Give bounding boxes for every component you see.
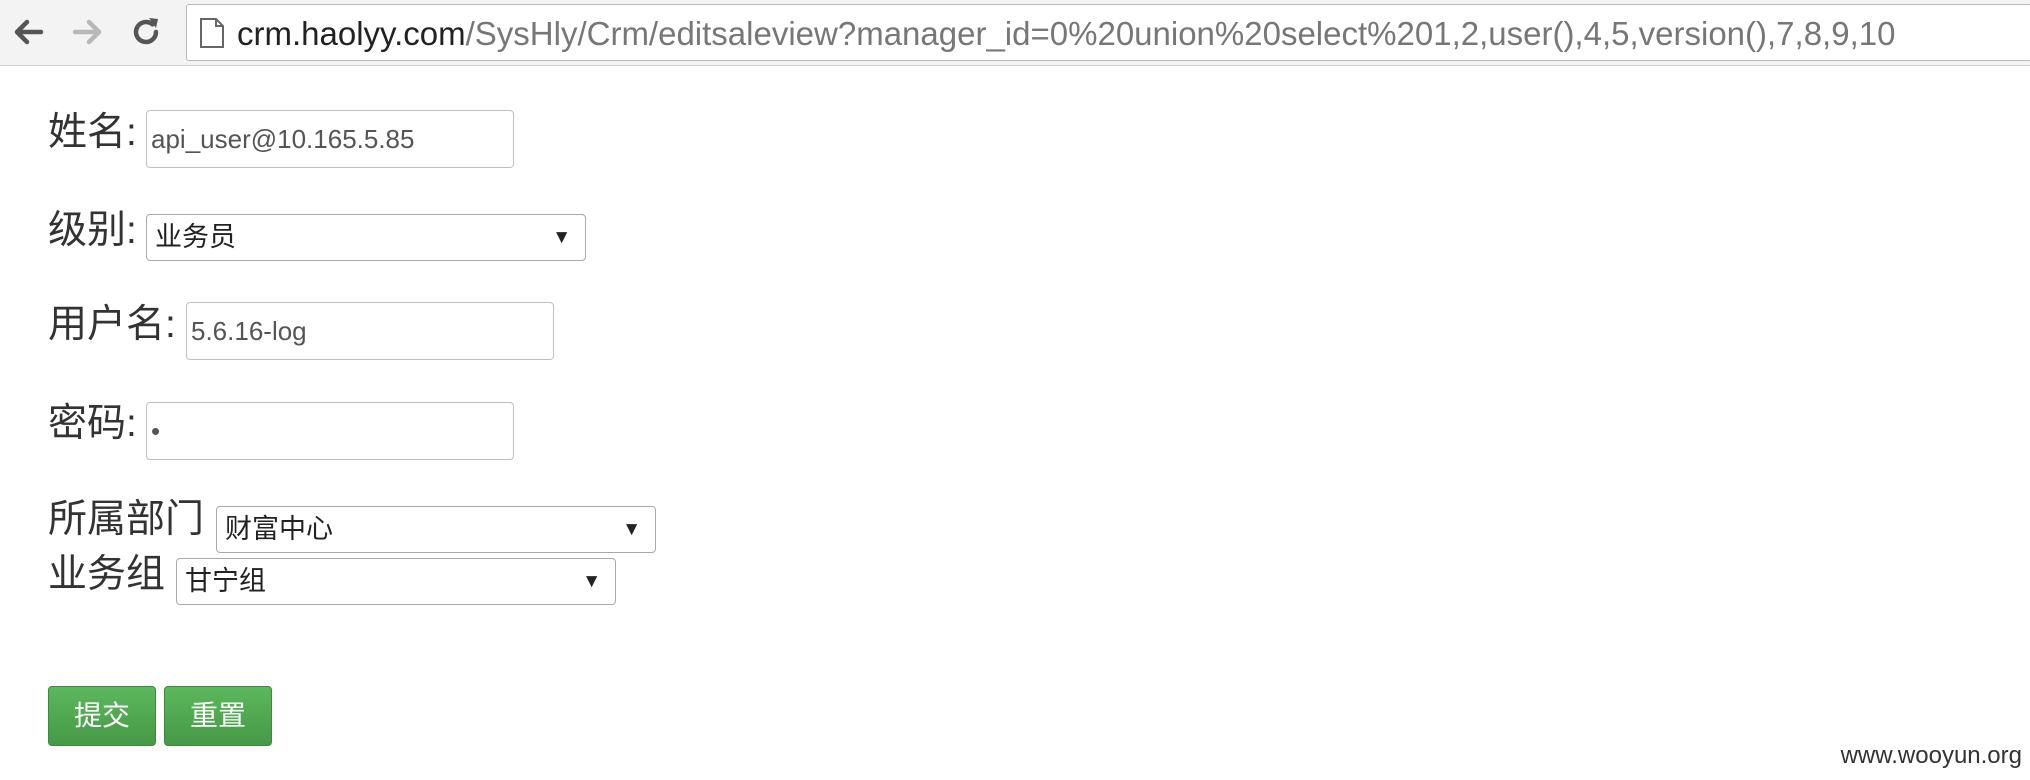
department-select[interactable]: 财富中心 ▼	[216, 506, 656, 553]
back-arrow-icon[interactable]	[6, 10, 50, 54]
forward-arrow-icon[interactable]	[66, 10, 110, 54]
name-input[interactable]: api_user@10.165.5.85	[146, 110, 514, 168]
dropdown-arrow-icon: ▼	[622, 519, 641, 540]
reload-icon[interactable]	[124, 10, 168, 54]
name-label: 姓名:	[48, 111, 137, 154]
dropdown-arrow-icon: ▼	[582, 571, 601, 592]
department-label: 所属部门	[48, 498, 205, 541]
level-label: 级别:	[48, 209, 137, 252]
url-host: crm.haolyy.com	[237, 15, 466, 52]
username-label: 用户名:	[48, 303, 176, 346]
reset-button[interactable]: 重置	[164, 686, 272, 746]
browser-toolbar: crm.haolyy.com/SysHly/Crm/editsaleview?m…	[0, 0, 2030, 66]
password-input[interactable]: •	[146, 402, 514, 460]
department-select-value: 财富中心	[225, 514, 333, 544]
url-text[interactable]: crm.haolyy.com/SysHly/Crm/editsaleview?m…	[237, 14, 1895, 54]
submit-button[interactable]: 提交	[48, 686, 156, 746]
level-select-value: 业务员	[155, 222, 236, 252]
group-select[interactable]: 甘宁组 ▼	[176, 558, 616, 605]
group-label: 业务组	[48, 553, 166, 596]
page-icon	[200, 18, 224, 48]
url-path: /SysHly/Crm/editsaleview?manager_id=0%20…	[465, 15, 1896, 52]
level-select[interactable]: 业务员 ▼	[146, 214, 586, 261]
username-input[interactable]: 5.6.16-log	[186, 302, 554, 360]
address-bar[interactable]: crm.haolyy.com/SysHly/Crm/editsaleview?m…	[186, 4, 2030, 61]
dropdown-arrow-icon: ▼	[552, 227, 571, 248]
group-select-value: 甘宁组	[185, 566, 266, 596]
watermark: www.wooyun.org	[1840, 742, 2022, 769]
password-label: 密码:	[48, 402, 137, 445]
